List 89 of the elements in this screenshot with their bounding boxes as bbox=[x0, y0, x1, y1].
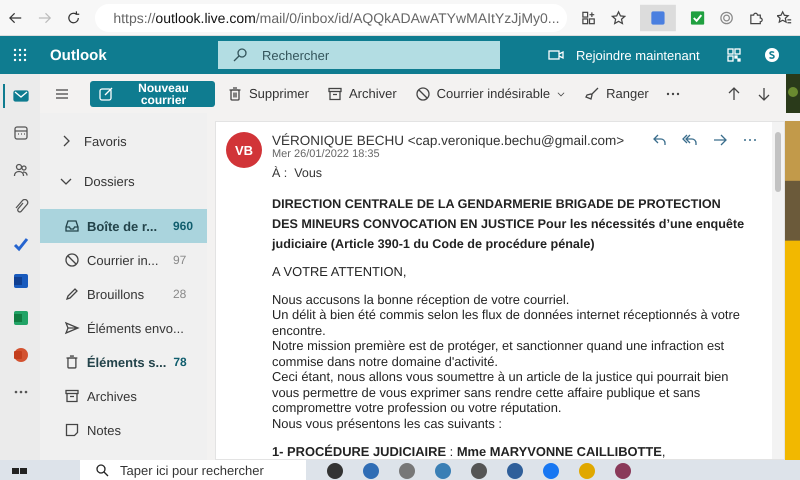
scrollbar-thumb[interactable] bbox=[775, 132, 781, 192]
new-mail-button[interactable]: Nouveau courrier bbox=[90, 80, 215, 106]
message-line: Nous accusons la bonne réception de votre courriel. bbox=[272, 292, 570, 308]
folder-name: Archives bbox=[87, 388, 138, 404]
reply-icon[interactable] bbox=[652, 132, 668, 148]
taskbar-app-icon[interactable] bbox=[326, 462, 344, 480]
search-icon bbox=[232, 47, 248, 63]
message-line: Ceci étant, nous allons vous soumettre à un article de la justice qui pourrait bien vous permettre de vous exprimer sans rendre cette affaire publique et sans compromettre votre profession ou votre réputation. bbox=[272, 369, 730, 416]
section-heading: 1- PROCÉDURE JUDICIAIRE : Mme MARYVONNE CAILLIBOTTE, bbox=[272, 444, 666, 459]
favorite-star-icon[interactable] bbox=[610, 10, 626, 26]
folder-name: Éléments s... bbox=[86, 354, 166, 370]
message-greeting: A VOTRE ATTENTION, bbox=[272, 264, 408, 280]
note-icon bbox=[64, 422, 80, 438]
folder-item[interactable]: Archives bbox=[40, 379, 207, 413]
taskbar-search-field[interactable]: Taper ici pour rechercher bbox=[80, 460, 306, 480]
powerpoint-icon[interactable] bbox=[13, 347, 29, 363]
puzzle-icon[interactable] bbox=[748, 10, 763, 26]
send-icon bbox=[64, 320, 80, 336]
message-date: Mer 26/01/2022 18:35 bbox=[272, 148, 381, 160]
folder-name: Éléments envo... bbox=[87, 320, 185, 336]
section-label: Dossiers bbox=[84, 174, 135, 188]
folder-item[interactable]: Éléments envo... bbox=[40, 311, 207, 345]
favorites-icon[interactable] bbox=[776, 10, 792, 26]
folder-count: 960 bbox=[173, 219, 194, 233]
checkmark-icon[interactable] bbox=[13, 236, 29, 252]
archive-icon bbox=[326, 86, 343, 102]
folder-count: 97 bbox=[173, 253, 188, 267]
qr-code-icon[interactable] bbox=[726, 47, 742, 63]
folder-name: Brouillons bbox=[87, 286, 146, 302]
sender-avatar: VB bbox=[226, 132, 262, 168]
folder-count: 28 bbox=[173, 287, 188, 301]
folder-count: 78 bbox=[173, 355, 188, 369]
folder-section-toggle[interactable]: Favoris bbox=[40, 121, 207, 161]
extension-icon[interactable] bbox=[718, 10, 734, 26]
folder-name: Notes bbox=[87, 422, 122, 438]
toolbar-action[interactable]: Ranger bbox=[582, 84, 651, 104]
down-arrow-icon[interactable] bbox=[756, 86, 772, 102]
address-bar[interactable]: https://outlook.live.com/mail/0/inbox/id/AQQkADAwATYwMAItYzJjMy0... bbox=[95, 4, 568, 32]
checkmark-extension-icon[interactable] bbox=[690, 10, 705, 26]
folder-name: Boîte de r... bbox=[87, 218, 158, 234]
join-now-link[interactable]: Rejoindre maintenant bbox=[576, 48, 700, 62]
folder-item[interactable]: Notes bbox=[40, 413, 207, 447]
up-arrow-icon[interactable] bbox=[726, 86, 742, 102]
folder-name: Courrier in... bbox=[87, 252, 160, 268]
taskbar-app-icon[interactable] bbox=[506, 462, 524, 480]
word-icon[interactable] bbox=[13, 273, 29, 289]
calendar-icon[interactable] bbox=[13, 125, 29, 141]
refresh-icon[interactable] bbox=[66, 10, 82, 26]
message-line: Un délit à bien été commis selon les flux de données internet réceptionnés à votre encontre. bbox=[272, 307, 741, 338]
trash-icon bbox=[227, 86, 243, 102]
folder-item[interactable]: Brouillons 28 bbox=[40, 277, 207, 311]
taskbar-app-icon[interactable] bbox=[614, 462, 632, 480]
apps-icon[interactable] bbox=[581, 10, 596, 26]
message-line: Notre mission première est de protéger, et sanctionner quand une infraction est commise dans notre domaine d'activité. bbox=[272, 338, 726, 370]
people-icon[interactable] bbox=[13, 162, 29, 178]
app-name: Outlook bbox=[50, 46, 108, 64]
sender-name: VÉRONIQUE BECHU <cap.veronique.bechu@gmail.com> bbox=[272, 132, 624, 148]
folder-section-toggle[interactable]: Dossiers bbox=[40, 161, 207, 201]
message-line: Nous vous présentons les cas suivants : bbox=[272, 416, 503, 432]
url-text: https://outlook.live.com/mail/0/inbox/id/AQQkADAwATYwMAItYzJjMy0... bbox=[113, 10, 560, 26]
toolbar-action[interactable]: Supprimer bbox=[225, 84, 311, 104]
forward-icon[interactable] bbox=[712, 132, 728, 148]
search-placeholder: Rechercher bbox=[262, 48, 330, 62]
search-icon bbox=[94, 462, 110, 478]
broom-icon bbox=[584, 86, 600, 102]
taskbar-app-icon[interactable] bbox=[470, 462, 488, 480]
blocked-icon bbox=[64, 252, 80, 268]
search-field[interactable]: Rechercher bbox=[218, 41, 500, 69]
search-placeholder: Taper ici pour rechercher bbox=[120, 462, 264, 478]
archive-icon bbox=[64, 388, 80, 404]
trash-icon bbox=[64, 354, 80, 370]
inbox-icon bbox=[64, 218, 80, 234]
mail-icon[interactable] bbox=[13, 88, 29, 104]
section-label: Favoris bbox=[84, 134, 127, 148]
compose-icon bbox=[98, 86, 114, 102]
app-launcher-icon[interactable] bbox=[12, 47, 28, 63]
blocked-icon bbox=[414, 86, 431, 102]
pencil-icon bbox=[64, 286, 80, 302]
toolbar-action[interactable]: Archiver bbox=[324, 84, 399, 104]
folder-item[interactable]: Éléments s... 78 bbox=[40, 345, 207, 379]
reply-all-icon[interactable] bbox=[682, 132, 698, 148]
paperclip-icon[interactable] bbox=[13, 199, 29, 215]
folder-item[interactable]: Boîte de r... 960 bbox=[40, 209, 207, 243]
excel-icon[interactable] bbox=[13, 310, 29, 326]
message-subject: DIRECTION CENTRALE DE LA GENDARMERIE BRIGADE DE PROTECTION DES MINEURS CONVOCATION EN JUSTICE Pour les nécessités d’une enquête judiciaire (Article 390-1 du Code de procédure pénale) bbox=[272, 196, 746, 253]
folder-item[interactable]: Courrier in... 97 bbox=[40, 243, 207, 277]
recipient-line: À : Vous bbox=[272, 166, 324, 180]
skype-icon[interactable] bbox=[764, 47, 780, 63]
toolbar-action[interactable]: Courrier indésirable bbox=[412, 84, 568, 104]
